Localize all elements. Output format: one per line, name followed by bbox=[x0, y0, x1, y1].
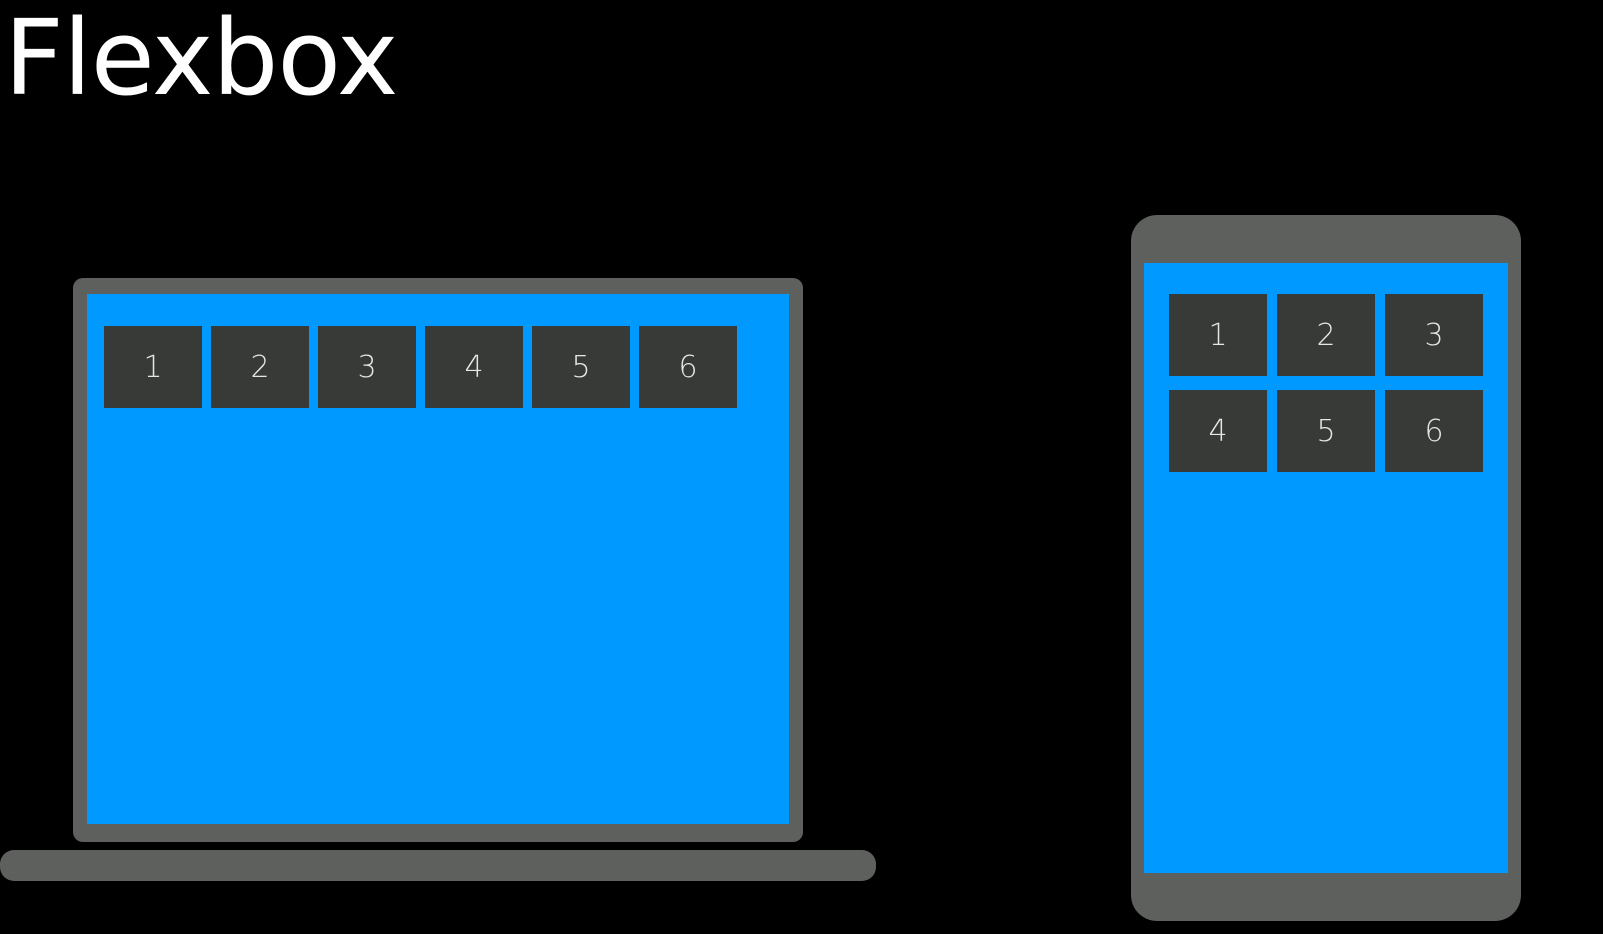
laptop-flex-container: 1 2 3 4 5 6 bbox=[104, 326, 737, 408]
laptop-flex-item: 6 bbox=[639, 326, 737, 408]
phone-flex-item: 1 bbox=[1169, 294, 1267, 376]
laptop-base bbox=[0, 850, 876, 881]
laptop-flex-item: 3 bbox=[318, 326, 416, 408]
laptop-flex-item: 2 bbox=[211, 326, 309, 408]
laptop-flex-item: 1 bbox=[104, 326, 202, 408]
phone-flex-item: 6 bbox=[1385, 390, 1483, 472]
page-title: Flexbox bbox=[4, 0, 398, 119]
phone-flex-container: 1 2 3 4 5 6 bbox=[1169, 294, 1483, 472]
laptop-flex-item: 4 bbox=[425, 326, 523, 408]
phone-flex-item: 3 bbox=[1385, 294, 1483, 376]
phone-flex-item: 5 bbox=[1277, 390, 1375, 472]
laptop-flex-item: 5 bbox=[532, 326, 630, 408]
phone-flex-item: 4 bbox=[1169, 390, 1267, 472]
phone-screen: 1 2 3 4 5 6 bbox=[1144, 263, 1508, 873]
laptop-screen: 1 2 3 4 5 6 bbox=[87, 294, 789, 824]
phone-flex-item: 2 bbox=[1277, 294, 1375, 376]
